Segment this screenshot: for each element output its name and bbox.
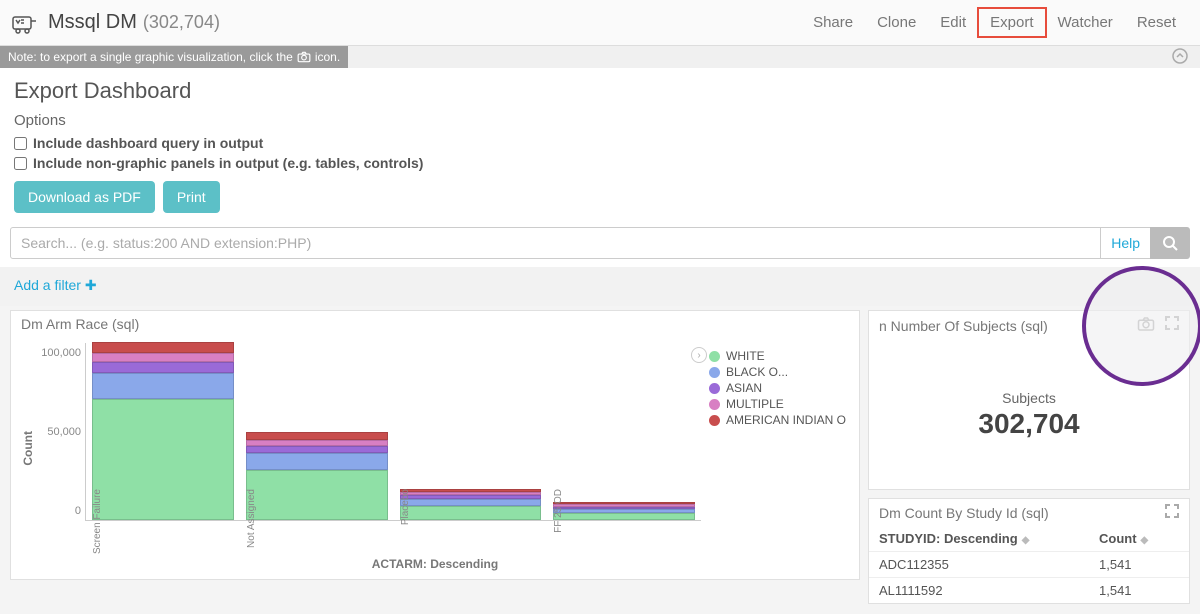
legend: › WHITEBLACK O...ASIANMULTIPLEAMERICAN I… [701, 343, 851, 553]
y-ticks: 100,000 50,000 0 [37, 343, 85, 553]
download-pdf-button[interactable]: Download as PDF [14, 181, 155, 213]
opt-include-query-label: Include dashboard query in output [33, 135, 263, 151]
nav-share[interactable]: Share [801, 8, 865, 37]
panel-subjects: n Number Of Subjects (sql) [868, 310, 1190, 490]
export-title: Export Dashboard [14, 78, 1186, 104]
x-tick-label: Screen Failure [92, 489, 234, 554]
panel-chart-title: Dm Arm Race (sql) [21, 316, 849, 332]
panel-study-table: Dm Count By Study Id (sql) STUDYID: Desc… [868, 498, 1190, 604]
table-row[interactable]: ADC1123551,541 [869, 551, 1189, 577]
subjects-label: Subjects [1002, 390, 1056, 406]
chart: Count 100,000 50,000 0 Screen FailureNot… [11, 337, 859, 557]
filter-bar: Add a filter ✚ [0, 267, 1200, 306]
options-label: Options [14, 112, 1186, 129]
x-tick-label: Not Assigned [246, 489, 388, 548]
bar-segment[interactable] [92, 353, 234, 362]
legend-item[interactable]: MULTIPLE [709, 397, 847, 411]
y-axis-label: Count [19, 431, 37, 466]
legend-item[interactable]: AMERICAN INDIAN O... [709, 413, 847, 427]
bar-segment[interactable] [92, 362, 234, 373]
camera-icon[interactable] [1137, 316, 1155, 335]
opt-include-nongraphic-checkbox[interactable] [14, 157, 27, 170]
dashboard-icon [12, 12, 38, 34]
plot-area: Screen FailureNot AssignedPlaceboFF 25 O… [85, 343, 701, 521]
panel-subjects-title: n Number Of Subjects (sql) [879, 318, 1137, 334]
legend-label: ASIAN [726, 381, 762, 395]
app-header: Mssql DM (302,704) Share Clone Edit Expo… [0, 0, 1200, 46]
table-row[interactable]: AL11115921,541 [869, 577, 1189, 603]
expand-icon[interactable] [1165, 316, 1179, 335]
ytick: 100,000 [41, 347, 81, 359]
opt-include-query-checkbox[interactable] [14, 137, 27, 150]
nav-export[interactable]: Export [978, 8, 1045, 37]
search-button[interactable] [1150, 227, 1190, 259]
ytick: 0 [75, 505, 81, 517]
expand-icon[interactable] [1165, 504, 1179, 521]
legend-label: WHITE [726, 349, 765, 363]
bar-segment[interactable] [92, 373, 234, 399]
sort-icon: ◆ [1141, 535, 1149, 546]
help-link[interactable]: Help [1101, 227, 1150, 259]
panel-table-title: Dm Count By Study Id (sql) [879, 505, 1165, 521]
legend-item[interactable]: ASIAN [709, 381, 847, 395]
search-input[interactable] [10, 227, 1101, 259]
nav-clone[interactable]: Clone [865, 8, 928, 37]
nav-edit[interactable]: Edit [928, 8, 978, 37]
print-button[interactable]: Print [163, 181, 220, 213]
cell-count: 1,541 [1099, 557, 1179, 572]
nav-reset[interactable]: Reset [1125, 8, 1188, 37]
note-text-suffix: icon. [315, 50, 340, 64]
page-title: Mssql DM [48, 11, 137, 34]
x-tick-label: Placebo [400, 489, 542, 525]
opt-include-query[interactable]: Include dashboard query in output [14, 135, 1186, 151]
legend-swatch [709, 415, 720, 426]
note-bar: Note: to export a single graphic visuali… [0, 46, 1200, 68]
dashboard-body: Dm Arm Race (sql) Count 100,000 50,000 0… [0, 306, 1200, 614]
add-filter-link[interactable]: Add a filter ✚ [14, 277, 97, 293]
legend-swatch [709, 367, 720, 378]
x-tick-label: FF 25 OD [553, 489, 695, 533]
col-count-header[interactable]: Count◆ [1099, 531, 1179, 546]
export-note: Note: to export a single graphic visuali… [0, 46, 348, 68]
opt-include-nongraphic[interactable]: Include non-graphic panels in output (e.… [14, 155, 1186, 171]
legend-item[interactable]: BLACK O... [709, 365, 847, 379]
note-text-prefix: Note: to export a single graphic visuali… [8, 50, 293, 64]
nav-watcher[interactable]: Watcher [1046, 8, 1125, 37]
legend-next-icon[interactable]: › [691, 347, 707, 363]
camera-icon [297, 51, 311, 63]
record-count: (302,704) [143, 12, 220, 33]
legend-swatch [709, 383, 720, 394]
export-panel: Export Dashboard Options Include dashboa… [0, 68, 1200, 227]
bar-segment[interactable] [246, 432, 388, 441]
legend-swatch [709, 351, 720, 362]
legend-label: MULTIPLE [726, 397, 784, 411]
cell-study: ADC112355 [879, 557, 1099, 572]
add-filter-label: Add a filter [14, 277, 81, 293]
legend-label: AMERICAN INDIAN O... [726, 413, 847, 427]
collapse-icon[interactable] [1172, 48, 1188, 67]
search-icon [1162, 235, 1178, 251]
sort-icon: ◆ [1022, 535, 1030, 546]
bar-segment[interactable] [246, 453, 388, 470]
x-axis-label: ACTARM: Descending [11, 557, 859, 576]
legend-swatch [709, 399, 720, 410]
col-study-header[interactable]: STUDYID: Descending◆ [879, 531, 1099, 546]
bar-segment[interactable] [246, 446, 388, 453]
table-header: STUDYID: Descending◆ Count◆ [869, 526, 1189, 551]
legend-label: BLACK O... [726, 365, 788, 379]
search-bar: Help [0, 227, 1200, 267]
plus-icon: ✚ [85, 277, 97, 293]
panel-dm-arm-race: Dm Arm Race (sql) Count 100,000 50,000 0… [10, 310, 860, 580]
subjects-value: 302,704 [978, 408, 1079, 440]
opt-include-nongraphic-label: Include non-graphic panels in output (e.… [33, 155, 423, 171]
cell-count: 1,541 [1099, 583, 1179, 598]
cell-study: AL1111592 [879, 583, 1099, 598]
header-nav: Share Clone Edit Export Watcher Reset [801, 8, 1188, 37]
ytick: 50,000 [47, 426, 81, 438]
bar-segment[interactable] [92, 342, 234, 353]
legend-item[interactable]: WHITE [709, 349, 847, 363]
